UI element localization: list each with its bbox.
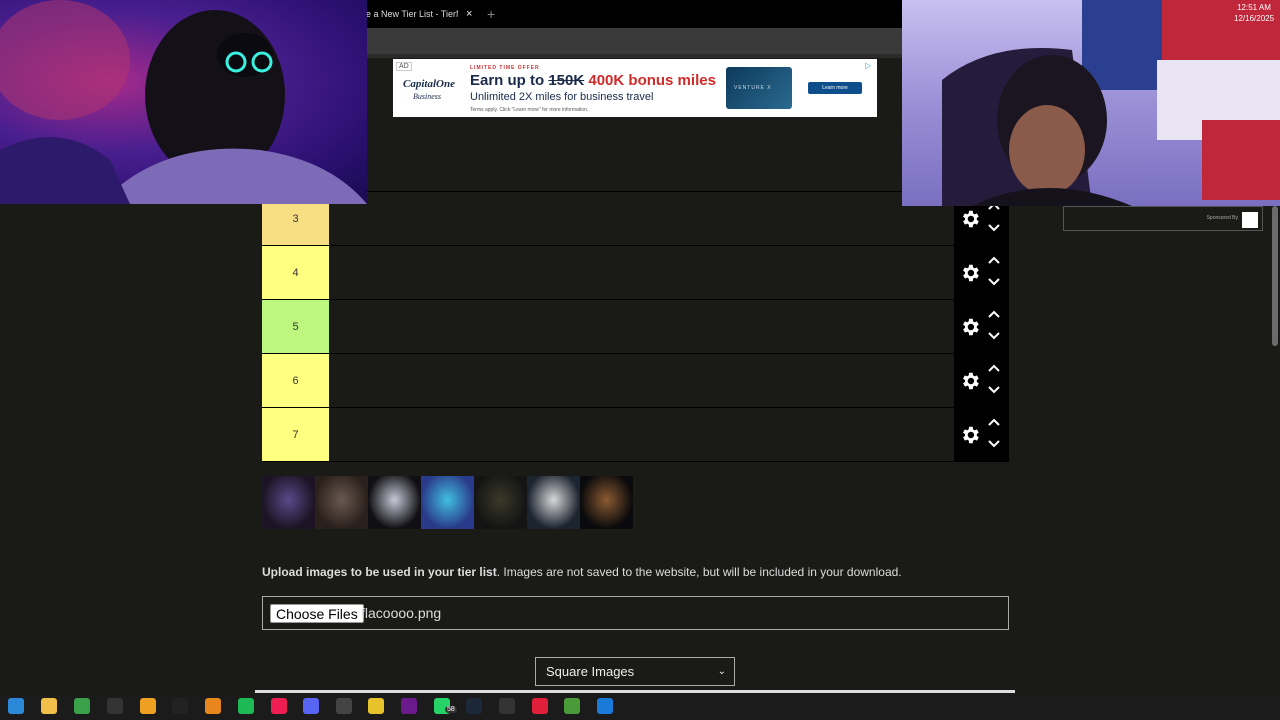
file-explorer-icon[interactable] [41, 698, 57, 714]
ad-brand-sub: Business [413, 92, 441, 101]
new-tab-button[interactable]: + [487, 6, 495, 22]
system-clock[interactable]: 12:51 AM 12/16/2025 [1234, 2, 1274, 24]
discord-alt-icon[interactable] [303, 698, 319, 714]
scrollbar-thumb[interactable] [1272, 206, 1278, 346]
obs-studio-icon[interactable] [336, 698, 352, 714]
select-value: Square Images [546, 664, 635, 679]
webcam-left [0, 0, 367, 204]
chevron-down-icon[interactable] [987, 385, 1001, 395]
page-scrollbar[interactable] [1270, 206, 1280, 690]
image-tray [262, 476, 633, 529]
chrome-icon[interactable] [368, 698, 384, 714]
tier-controls [954, 408, 1009, 462]
tier-drop-zone[interactable] [329, 408, 954, 461]
webcam-right-figure [942, 0, 1280, 206]
discord-icon[interactable] [140, 698, 156, 714]
tray-image[interactable] [368, 476, 421, 529]
tier-controls [954, 300, 1009, 354]
ad-label: AD [396, 62, 412, 71]
browser-tab[interactable]: e a New Tier List - TierMak × [366, 4, 478, 24]
tier-drop-zone[interactable] [329, 300, 954, 353]
ad-terms: Terms apply. Click "Learn more" for more… [470, 107, 589, 113]
file-input-box[interactable]: Choose Files flacoooo.png [262, 596, 1009, 630]
tier-label[interactable]: 4 [262, 246, 329, 299]
tier-label[interactable]: 7 [262, 408, 329, 461]
spotify-icon[interactable] [238, 698, 254, 714]
image-shape-select[interactable]: Square Images ⌄ [535, 657, 735, 686]
os-taskbar: 58 [0, 693, 1280, 720]
tier-drop-zone[interactable] [329, 354, 954, 407]
tier-controls [954, 246, 1009, 300]
gear-icon[interactable] [959, 262, 981, 284]
webcam-right [902, 0, 1280, 206]
tier-row: 5 [262, 300, 1009, 354]
capcut-icon[interactable] [172, 698, 188, 714]
chevron-down-icon[interactable] [987, 439, 1001, 449]
tier-label[interactable]: 5 [262, 300, 329, 353]
chevron-down-icon: ⌄ [717, 666, 726, 677]
tray-image[interactable] [315, 476, 368, 529]
notification-badge: 58 [445, 706, 457, 713]
tier-row: 7 [262, 408, 1009, 462]
gear-icon[interactable] [959, 316, 981, 338]
ad-learn-more-button[interactable]: Learn more [808, 82, 862, 94]
opera-icon[interactable] [532, 698, 548, 714]
gear-icon[interactable] [959, 208, 981, 230]
tray-image[interactable] [527, 476, 580, 529]
upload-instructions: Upload images to be used in your tier li… [262, 565, 902, 579]
terminal-icon[interactable] [74, 698, 90, 714]
webcam-left-figure [0, 0, 367, 204]
windows-start-icon[interactable] [8, 698, 24, 714]
close-icon[interactable]: × [466, 8, 472, 20]
tier-controls [954, 354, 1009, 408]
tab-title: e a New Tier List - TierMak [366, 9, 458, 19]
app-icon[interactable] [597, 698, 613, 714]
ad-offer-tag: LIMITED TIME OFFER [470, 65, 540, 71]
4k-icon[interactable] [499, 698, 515, 714]
steam-icon[interactable] [466, 698, 482, 714]
tray-image[interactable] [262, 476, 315, 529]
side-ad[interactable]: Sponsored By [1063, 206, 1263, 231]
tier-list: 34567 [262, 138, 1009, 462]
chevron-down-icon[interactable] [987, 223, 1001, 233]
tray-image[interactable] [421, 476, 474, 529]
tier-label[interactable]: 6 [262, 354, 329, 407]
gear-icon[interactable] [959, 424, 981, 446]
chevron-down-icon[interactable] [987, 277, 1001, 287]
chevron-up-icon[interactable] [987, 255, 1001, 265]
obs-icon[interactable] [107, 698, 123, 714]
sponsor-logo [1242, 212, 1258, 228]
chevron-down-icon[interactable] [987, 331, 1001, 341]
ad-brand-logo: CapitalOne [403, 78, 455, 90]
ad-headline: Earn up to 150K 400K bonus miles [470, 72, 716, 89]
tray-image[interactable] [474, 476, 527, 529]
ad-subline: Unlimited 2X miles for business travel [470, 91, 654, 103]
tier-drop-zone[interactable] [329, 246, 954, 299]
chevron-up-icon[interactable] [987, 363, 1001, 373]
sponsored-label: Sponsored By [1206, 215, 1238, 221]
tier-row: 3 [262, 192, 1009, 246]
tier-drop-zone[interactable] [329, 192, 954, 245]
chevron-up-icon[interactable] [987, 309, 1001, 319]
tray-image[interactable] [580, 476, 633, 529]
tier-row-empty [262, 138, 1009, 192]
vlc-icon[interactable] [205, 698, 221, 714]
minecraft-icon[interactable] [564, 698, 580, 714]
ad-card-image: VENTURE X [726, 67, 792, 109]
adchoices-icon[interactable]: ▷ [865, 61, 874, 70]
chevron-up-icon[interactable] [987, 417, 1001, 427]
tier-row: 4 [262, 246, 1009, 300]
selected-file-name: flacoooo.png [361, 605, 442, 621]
choose-files-button[interactable]: Choose Files [270, 604, 364, 623]
banner-ad[interactable]: AD CapitalOne Business LIMITED TIME OFFE… [393, 59, 877, 117]
next-icon[interactable] [401, 698, 417, 714]
tier-row: 6 [262, 354, 1009, 408]
tiktok-icon[interactable] [271, 698, 287, 714]
gear-icon[interactable] [959, 370, 981, 392]
